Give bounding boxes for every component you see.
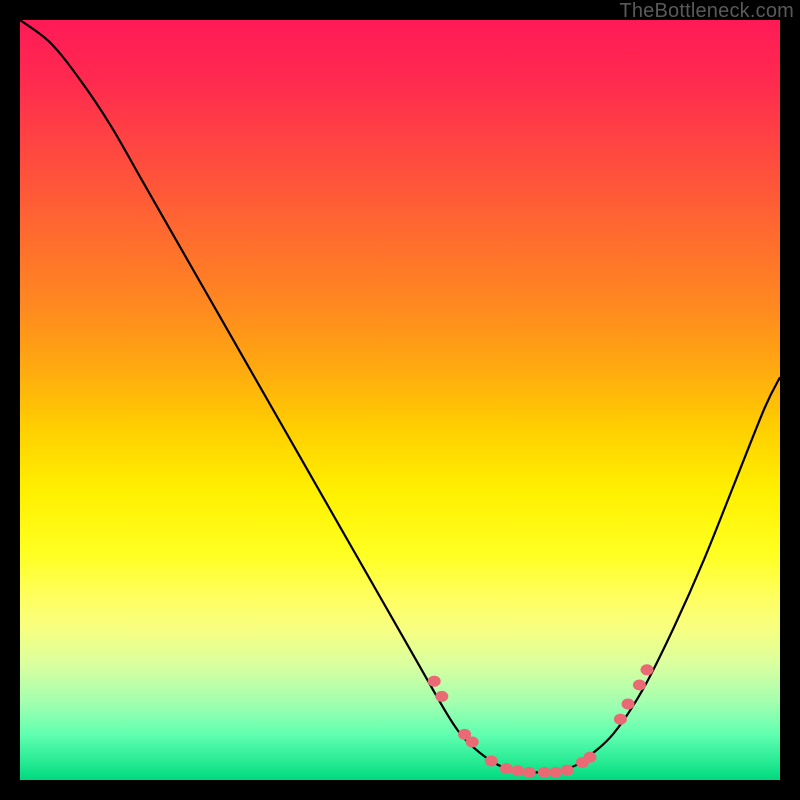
- highlight-dot: [500, 763, 513, 774]
- chart-overlay: [20, 20, 780, 780]
- highlight-dot: [523, 767, 536, 778]
- highlight-dot: [633, 680, 646, 691]
- highlight-dot: [511, 765, 524, 776]
- highlight-dot: [435, 691, 448, 702]
- highlight-dot: [641, 664, 654, 675]
- highlight-dot: [538, 767, 551, 778]
- chart-frame: TheBottleneck.com: [0, 0, 800, 800]
- bottleneck-curve: [20, 20, 780, 773]
- watermark-text: TheBottleneck.com: [619, 0, 794, 23]
- highlight-dot: [614, 714, 627, 725]
- highlight-dots: [428, 664, 654, 778]
- highlight-dot: [549, 767, 562, 778]
- highlight-dot: [622, 699, 635, 710]
- highlight-dot: [485, 756, 498, 767]
- highlight-dot: [561, 765, 574, 776]
- highlight-dot: [466, 737, 479, 748]
- highlight-dot: [428, 676, 441, 687]
- highlight-dot: [584, 752, 597, 763]
